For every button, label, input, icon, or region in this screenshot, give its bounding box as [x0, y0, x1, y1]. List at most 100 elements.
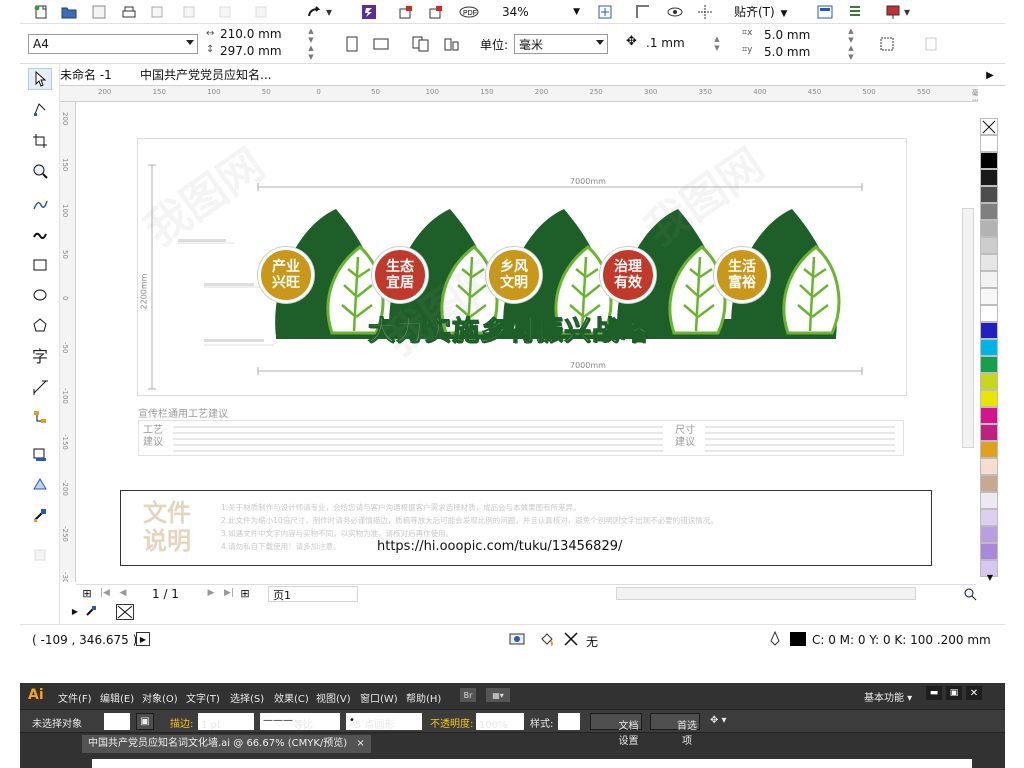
- vertical-scrollbar[interactable]: [962, 208, 974, 448]
- paste-icon[interactable]: [216, 4, 234, 20]
- arrange-icon[interactable]: ✥ ▾: [710, 715, 727, 726]
- color-swatch[interactable]: [980, 424, 998, 441]
- save-icon[interactable]: [90, 4, 108, 20]
- height-spinner[interactable]: ▲ ▼: [306, 44, 316, 62]
- duplicate-y-field[interactable]: 5.0 mm: [764, 45, 844, 59]
- width-spinner[interactable]: ▲ ▼: [306, 27, 316, 45]
- stroke-color-picker[interactable]: ▣: [136, 713, 154, 730]
- document-setup-button[interactable]: 文档设置: [590, 713, 642, 747]
- color-swatch[interactable]: [980, 186, 998, 203]
- first-page-icon[interactable]: |◀: [98, 586, 112, 600]
- print-icon[interactable]: [120, 4, 138, 20]
- parallel-dimension-tool-icon[interactable]: [28, 376, 52, 398]
- fill-color-picker[interactable]: [104, 713, 130, 730]
- color-swatch[interactable]: [980, 322, 998, 339]
- color-swatch[interactable]: [980, 475, 998, 492]
- horizontal-scrollbar[interactable]: [616, 587, 916, 600]
- color-swatch[interactable]: [980, 135, 998, 152]
- show-rulers-icon[interactable]: [634, 4, 652, 20]
- import-icon[interactable]: [360, 4, 378, 20]
- units-dropdown[interactable]: 毫米: [514, 34, 608, 54]
- variable-width-dropdown[interactable]: ——— 等比: [260, 713, 340, 731]
- text-tool-icon[interactable]: 字: [28, 344, 52, 366]
- redo-icon[interactable]: [306, 4, 324, 20]
- cut-icon[interactable]: [148, 4, 166, 20]
- welcome-screen-icon[interactable]: [884, 4, 902, 20]
- navigator-icon[interactable]: [962, 586, 978, 602]
- chevron-down-icon[interactable]: ▾: [902, 4, 912, 20]
- current-page-button[interactable]: [440, 34, 462, 54]
- treat-as-filled-button[interactable]: [876, 34, 898, 54]
- new-document-icon[interactable]: [32, 4, 50, 20]
- document-palette-eyedropper-icon[interactable]: [84, 604, 98, 618]
- color-swatch[interactable]: [980, 271, 998, 288]
- portrait-button[interactable]: [342, 34, 362, 54]
- opacity-field[interactable]: 100%: [476, 713, 524, 731]
- options-icon[interactable]: [816, 4, 834, 20]
- page-frame-button[interactable]: [920, 34, 942, 54]
- eyedropper-tool-icon[interactable]: [28, 504, 52, 526]
- application-launcher-icon[interactable]: [846, 4, 864, 20]
- snap-to-dropdown[interactable]: 贴齐(T) ▼: [734, 3, 787, 21]
- no-color-swatch-icon[interactable]: [116, 604, 134, 620]
- color-swatch[interactable]: [980, 288, 998, 305]
- tab-untitled[interactable]: 未命名 -1: [60, 66, 134, 84]
- nudge-spinner[interactable]: ▲ ▼: [712, 35, 722, 53]
- menu-effect[interactable]: 效果(C): [274, 690, 309, 705]
- menu-help[interactable]: 帮助(H): [406, 690, 441, 705]
- all-pages-button[interactable]: [410, 34, 432, 54]
- color-swatch[interactable]: [980, 152, 998, 169]
- color-swatch[interactable]: [980, 305, 998, 322]
- landscape-button[interactable]: [370, 34, 392, 54]
- drawing-canvas[interactable]: 7000mm 7000mm 2200mm 产业 兴旺 生态 宜居 乡风 文明 治理 有效 生活富…: [76, 102, 978, 582]
- palette-scroll-down-icon[interactable]: ▼: [984, 572, 996, 582]
- export-alt-icon[interactable]: [428, 4, 446, 20]
- color-swatch[interactable]: [980, 492, 998, 509]
- connector-tool-icon[interactable]: [28, 406, 52, 428]
- crop-tool-icon[interactable]: [28, 130, 52, 152]
- duplicate-y-spinner[interactable]: ▲ ▼: [846, 44, 856, 62]
- undo-icon[interactable]: [252, 4, 270, 20]
- next-page-icon[interactable]: ▶: [204, 586, 218, 600]
- document-color-settings-icon[interactable]: [508, 631, 526, 647]
- color-swatch[interactable]: [980, 441, 998, 458]
- menu-file[interactable]: 文件(F): [58, 690, 92, 705]
- drop-shadow-tool-icon[interactable]: [28, 444, 52, 466]
- shape-tool-icon[interactable]: [28, 98, 52, 120]
- maximize-icon[interactable]: ▣: [946, 686, 962, 700]
- page-width-field[interactable]: 210.0 mm: [220, 27, 302, 43]
- color-swatch[interactable]: [980, 543, 998, 560]
- menu-window[interactable]: 窗口(W): [360, 690, 398, 705]
- close-icon[interactable]: ✕: [966, 686, 982, 700]
- menu-edit[interactable]: 编辑(E): [100, 690, 134, 705]
- export-icon[interactable]: [398, 4, 416, 20]
- freehand-tool-icon[interactable]: [28, 194, 52, 216]
- stroke-weight-field[interactable]: 1 pt: [198, 713, 254, 731]
- menu-text[interactable]: 文字(T): [186, 690, 220, 705]
- page-tab[interactable]: 页1: [268, 586, 358, 602]
- full-screen-icon[interactable]: [596, 4, 614, 20]
- color-swatch[interactable]: [980, 390, 998, 407]
- tabs-scroll-right-icon[interactable]: ▶: [984, 68, 996, 82]
- minimize-icon[interactable]: ▬: [926, 686, 942, 700]
- color-swatch[interactable]: [980, 254, 998, 271]
- status-expand-icon[interactable]: ▶: [136, 632, 150, 646]
- tab-party-doc[interactable]: 中国共产党党员应知名...: [140, 66, 290, 84]
- pdf-icon[interactable]: PDF: [458, 4, 480, 20]
- view-icon[interactable]: [666, 4, 684, 20]
- pick-tool-icon[interactable]: [28, 68, 52, 90]
- illustrator-document-tab[interactable]: 中国共产党员应知名词文化墙.ai @ 66.67% (CMYK/预览) ×: [82, 735, 371, 753]
- rectangle-tool-icon[interactable]: [28, 254, 52, 276]
- interactive-fill-tool-icon[interactable]: [28, 544, 52, 566]
- polygon-tool-icon[interactable]: [28, 314, 52, 336]
- zoom-level-dropdown[interactable]: 34% ▼: [498, 3, 580, 21]
- color-swatch[interactable]: [980, 526, 998, 543]
- add-page-icon[interactable]: ⊞: [80, 586, 94, 600]
- color-swatch[interactable]: [980, 237, 998, 254]
- last-page-icon[interactable]: ▶|: [222, 586, 236, 600]
- duplicate-x-spinner[interactable]: ▲ ▼: [846, 27, 856, 45]
- color-swatch[interactable]: [980, 203, 998, 220]
- menu-object[interactable]: 对象(O): [142, 690, 178, 705]
- arrange-documents-icon[interactable]: ▦▾: [486, 688, 510, 702]
- workspace-switcher[interactable]: 基本功能 ▾: [864, 689, 912, 704]
